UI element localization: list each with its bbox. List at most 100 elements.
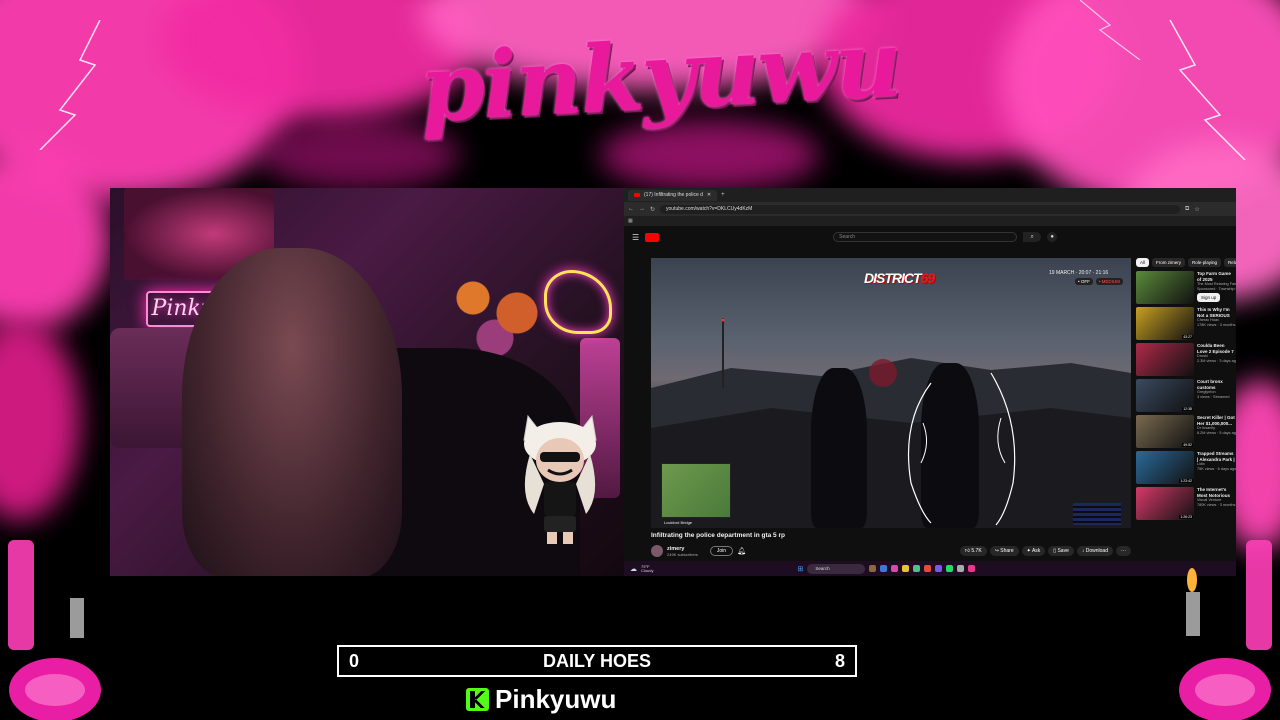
- server-logo: DISTRICT69: [864, 270, 935, 286]
- taskbar-app-icon[interactable]: [946, 565, 954, 572]
- search-icon[interactable]: ⌕: [1023, 232, 1042, 242]
- tab-bar: (17) Infiltrating the police d ✕ +: [624, 188, 1236, 202]
- kick-username: Pinkyuwu: [495, 684, 617, 714]
- minimap: Lockford Bridge: [661, 463, 731, 525]
- ask-button[interactable]: ✦ Ask: [1021, 546, 1046, 556]
- recommendation-list: Top Farm Game of 2025 The Most Relaxing F…: [1136, 271, 1236, 520]
- like-count: 5.7K: [971, 548, 982, 554]
- bell-icon[interactable]: 🔔︎: [737, 547, 746, 555]
- recommendation-item[interactable]: 1:23:42 Trapped Streams | Alexandra Park …: [1136, 451, 1236, 484]
- taskbar-app-icon[interactable]: [913, 565, 921, 572]
- bong-left-icon: [8, 540, 101, 720]
- video-player[interactable]: DISTRICT69 19 MARCH · 20:07 · 21:16 • OF…: [651, 258, 1131, 528]
- video-thumbnail[interactable]: 43:27: [1136, 307, 1194, 340]
- counter-right-value: 8: [834, 650, 845, 671]
- video-thumbnail[interactable]: 1:26:23: [1136, 487, 1194, 520]
- recommendation-title[interactable]: The Internet's Most Notorious Family Cha…: [1197, 487, 1236, 498]
- bong-right-icon: [1179, 540, 1272, 720]
- share-button[interactable]: ↪ Share: [989, 546, 1019, 556]
- stream-overlay: pinkyuwu Pinkyuwu (17: [0, 0, 1280, 720]
- minimap-label: Lockford Bridge: [664, 520, 693, 525]
- recommendation-title[interactable]: Trapped Streams | Alexandra Park | F...: [1197, 451, 1236, 462]
- search-input[interactable]: Search: [833, 232, 1018, 242]
- taskbar-search[interactable]: Search: [807, 563, 866, 574]
- recommendation-item[interactable]: Coulda Been Love 2 Episode 7 | Dirty Lau…: [1136, 343, 1236, 376]
- cam-plushies: [440, 258, 550, 358]
- download-label: Download: [1085, 548, 1108, 554]
- recommendation-item[interactable]: 49:52 Secret Killer | Got Her $1,000,000.…: [1136, 415, 1236, 448]
- recommendation-title[interactable]: Top Farm Game of 2025: [1197, 271, 1236, 282]
- recommendation-title[interactable]: Secret Killer | Got Her $1,000,000...: [1197, 415, 1236, 426]
- recommendation-item[interactable]: 43:27 This Is Why I'm Not a SERIOUS GTA R…: [1136, 307, 1236, 340]
- recommendation-views: 8.2M views · 5 days ago: [1197, 431, 1236, 435]
- taskbar-app-icon[interactable]: [891, 565, 899, 572]
- video-duration: 1:26:23: [1179, 515, 1193, 519]
- video-thumbnail[interactable]: 12:38: [1136, 379, 1194, 412]
- windows-start-icon[interactable]: ⊞: [797, 565, 803, 573]
- taskbar-app-icon[interactable]: [957, 565, 965, 572]
- apps-grid-icon[interactable]: ▦: [628, 218, 633, 224]
- chip-role-playing[interactable]: Role-playing: [1188, 258, 1222, 267]
- bookmark-star-icon[interactable]: ☆: [1194, 206, 1199, 213]
- save-button[interactable]: ▯ Save: [1048, 546, 1074, 556]
- browser-tab[interactable]: (17) Infiltrating the police d ✕: [628, 189, 718, 201]
- recommendation-item[interactable]: 12:38 Court bronx customs Greglynfon 3 view…: [1136, 379, 1236, 412]
- video-thumbnail[interactable]: [1136, 343, 1194, 376]
- more-button[interactable]: ···: [1116, 546, 1131, 556]
- chip-from-channel[interactable]: From zimery: [1152, 258, 1186, 267]
- menu-icon[interactable]: ☰: [632, 233, 639, 242]
- recommendation-title[interactable]: This Is Why I'm Not a SERIOUS GTA RP Ser…: [1197, 307, 1236, 318]
- hud-datetime: 19 MARCH · 20:07 · 21:16: [1049, 270, 1109, 276]
- recommendation-meta: Top Farm Game of 2025 The Most Relaxing F…: [1197, 271, 1236, 304]
- recommendation-meta: Secret Killer | Got Her $1,000,000... Dr …: [1197, 415, 1236, 448]
- video-thumbnail[interactable]: [1136, 271, 1194, 304]
- recommendation-views: 75K views · 6 days ago: [1197, 467, 1236, 471]
- hud-status: • OFF • MEDIUM: [1075, 278, 1123, 285]
- taskbar-app-icon[interactable]: [869, 565, 877, 572]
- url-field[interactable]: youtube.com/watch?v=DKLCUy4dKzM: [660, 204, 1181, 214]
- recommendation-meta: Court bronx customs Greglynfon 3 views · S…: [1197, 379, 1236, 412]
- daily-counter: 0 DAILY HOES 8: [337, 645, 857, 677]
- mic-icon[interactable]: ●: [1047, 232, 1058, 242]
- recommendation-title[interactable]: Court bronx customs: [1197, 379, 1236, 390]
- taskbar-app-icon[interactable]: [968, 565, 976, 572]
- youtube-logo-icon[interactable]: [645, 232, 660, 242]
- lightning-icon: [1169, 20, 1246, 160]
- taskbar-app-icon[interactable]: [935, 565, 943, 572]
- share-label: Share: [1000, 548, 1014, 554]
- streamer-hair: [182, 248, 402, 576]
- back-icon[interactable]: ←: [628, 206, 634, 212]
- video-thumbnail[interactable]: 1:23:42: [1136, 451, 1194, 484]
- recommendation-item[interactable]: Top Farm Game of 2025 The Most Relaxing F…: [1136, 271, 1236, 304]
- download-button[interactable]: ↓ Download: [1076, 546, 1113, 556]
- download-icon: ↓: [1081, 548, 1085, 554]
- taskbar-app-icon[interactable]: [880, 565, 888, 572]
- like-button[interactable]: 👍︎ 5.7K: [959, 546, 987, 556]
- subscriber-count: 249K subscribers: [667, 551, 698, 557]
- recommendation-views: 3 views · Streamed: [1197, 395, 1230, 399]
- bookmark-icon: ▯: [1053, 548, 1057, 554]
- server-logo-main: DISTRICT: [864, 270, 922, 286]
- reload-icon[interactable]: ↻: [650, 206, 655, 213]
- taskbar-app-icon[interactable]: [924, 565, 932, 572]
- new-tab-button[interactable]: +: [721, 192, 725, 198]
- hud-bars: [1073, 503, 1121, 525]
- weather-widget[interactable]: 79°F Cloudy: [641, 564, 653, 573]
- recommendation-item[interactable]: 1:26:23 The Internet's Most Notorious Fam…: [1136, 487, 1236, 520]
- save-label: Save: [1057, 548, 1069, 554]
- chip-all[interactable]: All: [1136, 258, 1150, 267]
- ad-signup-button[interactable]: Sign up: [1197, 293, 1221, 302]
- chip-related[interactable]: Related: [1224, 258, 1236, 267]
- forward-icon[interactable]: →: [639, 206, 645, 212]
- taskbar-app-icon[interactable]: [902, 565, 910, 572]
- video-title: Infiltrating the police department in gt…: [651, 532, 785, 539]
- extensions-icon[interactable]: ⧉: [1185, 206, 1189, 213]
- recommendations-sidebar: All From zimery Role-playing Related Top…: [1136, 258, 1236, 558]
- video-thumbnail[interactable]: 49:52: [1136, 415, 1194, 448]
- close-icon[interactable]: ✕: [707, 192, 711, 198]
- join-button[interactable]: Join: [709, 546, 734, 556]
- browser-window: (17) Infiltrating the police d ✕ + ← → ↻…: [624, 188, 1236, 576]
- channel-avatar[interactable]: [651, 545, 663, 557]
- neon-leaf-sign: [544, 270, 612, 334]
- recommendation-title[interactable]: Coulda Been Love 2 Episode 7 | Dirty Lau…: [1197, 343, 1236, 354]
